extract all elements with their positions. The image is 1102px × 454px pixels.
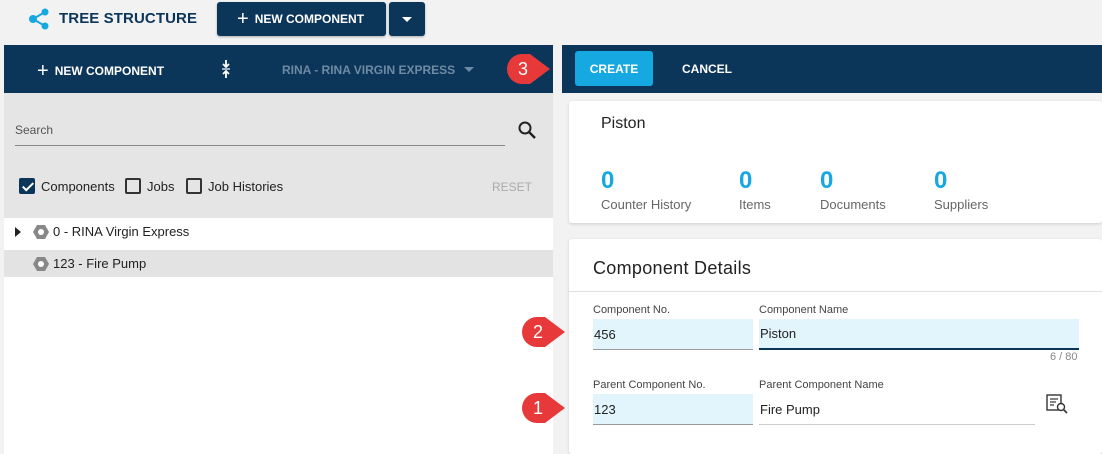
stat-items[interactable]: 0 Items — [739, 167, 771, 212]
stat-label: Documents — [820, 197, 886, 212]
stat-counter-history[interactable]: 0 Counter History — [601, 167, 691, 212]
filter-components-label: Components — [41, 178, 115, 194]
reset-button[interactable]: RESET — [492, 180, 532, 194]
component-name-label: Component Name — [759, 304, 849, 316]
filter-job-histories-label: Job Histories — [208, 178, 284, 194]
stat-value: 0 — [820, 167, 834, 194]
component-name-field[interactable]: Piston — [759, 319, 1079, 350]
stat-documents[interactable]: 0 Documents — [820, 167, 886, 212]
parent-name-field: Fire Pump — [759, 394, 1035, 425]
plus-icon: + — [237, 8, 249, 30]
filter-jobs-label: Jobs — [147, 178, 175, 194]
marker-number: 1 — [532, 397, 543, 418]
search-icon[interactable] — [517, 120, 537, 140]
character-counter: 6 / 80 — [1050, 351, 1078, 363]
tree-item-label: 0 - RINA Virgin Express — [53, 224, 190, 239]
search-input[interactable]: Search — [15, 123, 53, 137]
tree-item[interactable]: 123 - Fire Pump — [4, 250, 553, 277]
lookup-list-icon[interactable] — [1046, 394, 1068, 414]
stat-label: Counter History — [601, 197, 692, 212]
tree-new-component-label: NEW COMPONENT — [54, 64, 165, 78]
annotation-marker-1: 1 — [521, 392, 567, 424]
new-component-label: NEW COMPONENT — [254, 12, 365, 26]
filter-components[interactable]: Components — [19, 178, 115, 194]
parent-name-label: Parent Component Name — [759, 379, 884, 391]
new-component-button[interactable]: + NEW COMPONENT — [217, 2, 386, 36]
collapse-expand-icon[interactable] — [220, 59, 232, 79]
cancel-button[interactable]: CANCEL — [682, 62, 732, 76]
jobs-checkbox[interactable] — [125, 178, 141, 194]
app-title: TREE STRUCTURE — [59, 10, 198, 27]
stat-label: Items — [739, 197, 771, 212]
stat-value: 0 — [934, 167, 948, 194]
annotation-marker-2: 2 — [521, 316, 567, 348]
component-hex-icon — [33, 256, 49, 271]
plus-icon: + — [37, 60, 49, 82]
filter-jobs[interactable]: Jobs — [125, 178, 174, 194]
tree-new-component-button[interactable]: + NEW COMPONENT — [37, 61, 164, 81]
tree-toolbar: + NEW COMPONENT RINA - RINA VIRGIN EXPRE… — [4, 45, 553, 93]
parent-no-field[interactable]: 123 — [593, 394, 753, 425]
details-title: Component Details — [593, 258, 752, 278]
chevron-down-icon[interactable] — [464, 67, 474, 72]
annotation-marker-3: 3 — [506, 53, 552, 85]
component-hex-icon — [33, 224, 49, 239]
filter-job-histories[interactable]: Job Histories — [186, 178, 283, 194]
marker-number: 2 — [532, 321, 543, 342]
new-component-dropdown-button[interactable] — [389, 2, 425, 36]
tree-item-label: 123 - Fire Pump — [53, 256, 147, 271]
divider — [569, 291, 1102, 292]
parent-no-label: Parent Component No. — [593, 379, 706, 391]
expand-arrow-icon[interactable] — [15, 226, 21, 237]
tree-item[interactable]: 0 - RINA Virgin Express — [4, 218, 553, 245]
stat-value: 0 — [739, 167, 753, 194]
create-button[interactable]: CREATE — [575, 51, 653, 86]
stat-value: 0 — [601, 167, 615, 194]
tree-structure-icon — [29, 8, 49, 30]
component-no-label: Component No. — [593, 304, 671, 316]
vessel-selector[interactable]: RINA - RINA VIRGIN EXPRESS — [282, 63, 455, 77]
components-checkbox[interactable] — [19, 178, 35, 194]
search-underline — [15, 145, 505, 146]
job-histories-checkbox[interactable] — [186, 178, 202, 194]
marker-number: 3 — [517, 58, 528, 79]
stat-label: Suppliers — [934, 197, 989, 212]
component-no-field[interactable]: 456 — [593, 319, 753, 350]
stat-suppliers[interactable]: 0 Suppliers — [934, 167, 988, 212]
component-title: Piston — [601, 115, 646, 132]
